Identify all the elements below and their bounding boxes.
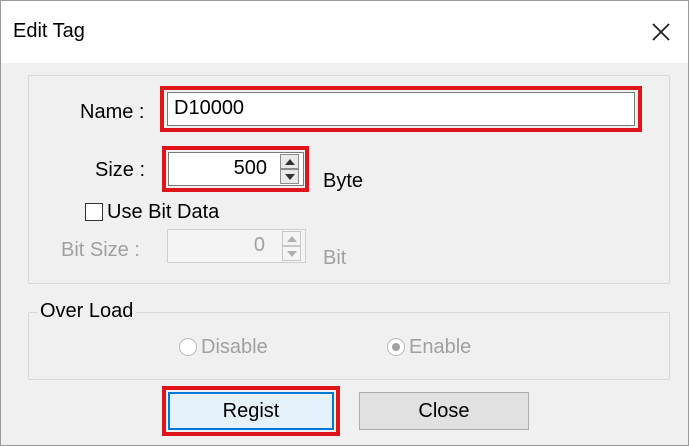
title-bar: Edit Tag bbox=[1, 1, 688, 63]
enable-label: Enable bbox=[409, 336, 472, 358]
bit-unit: Bit bbox=[323, 247, 347, 269]
disable-label: Disable bbox=[201, 336, 268, 358]
over-load-legend: Over Load bbox=[37, 299, 137, 323]
regist-button[interactable]: Regist bbox=[168, 392, 334, 430]
size-unit: Byte bbox=[323, 170, 364, 192]
bit-size-down-button[interactable] bbox=[282, 246, 301, 261]
bit-size-up-button[interactable] bbox=[282, 231, 301, 246]
name-value: D10000 bbox=[174, 97, 245, 119]
name-label: Name : bbox=[80, 101, 145, 123]
disable-radio[interactable] bbox=[179, 338, 197, 356]
size-up-button[interactable] bbox=[280, 154, 299, 169]
enable-radio[interactable] bbox=[387, 338, 405, 356]
edit-tag-dialog: Edit Tag Name : D10000 Size : 500 Byte U… bbox=[0, 0, 689, 446]
bit-size-value: 0 bbox=[253, 234, 265, 256]
use-bit-data-label[interactable]: Use Bit Data bbox=[107, 200, 219, 224]
close-button[interactable]: Close bbox=[359, 392, 529, 430]
bit-size-label: Bit Size : bbox=[61, 239, 140, 261]
close-icon[interactable] bbox=[646, 17, 676, 47]
bit-size-spinner[interactable] bbox=[282, 231, 301, 261]
use-bit-data-checkbox[interactable] bbox=[85, 203, 103, 221]
enable-radio-dot bbox=[392, 343, 400, 351]
dialog-title: Edit Tag bbox=[13, 20, 85, 42]
size-label: Size : bbox=[95, 159, 146, 181]
name-input[interactable]: D10000 bbox=[167, 92, 635, 126]
size-value: 500 bbox=[233, 157, 267, 179]
size-spinner[interactable] bbox=[280, 154, 299, 184]
size-down-button[interactable] bbox=[280, 169, 299, 184]
